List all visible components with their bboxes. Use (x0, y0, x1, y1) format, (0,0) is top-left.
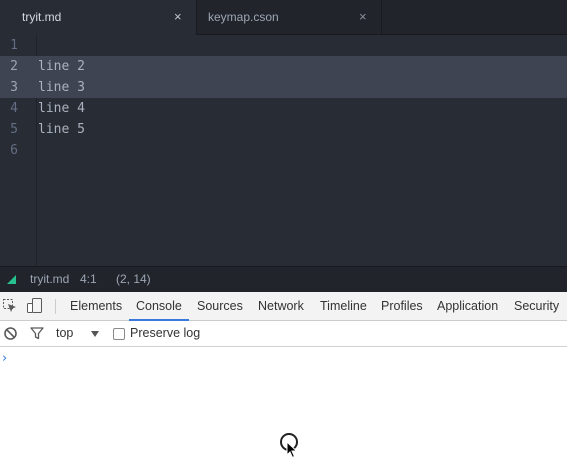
editor-line[interactable]: 4 line 4 (0, 98, 567, 119)
line-text[interactable]: line 5 (38, 119, 85, 140)
devtools-tab-bar: Elements Console Sources Network Timelin… (0, 292, 567, 321)
pointer-arrow-icon (286, 441, 298, 459)
inspect-element-icon[interactable] (3, 299, 17, 313)
tab-network[interactable]: Network (258, 292, 304, 320)
line-number: 6 (10, 143, 18, 158)
toolbar-divider (55, 299, 56, 314)
device-toolbar-icon[interactable] (27, 298, 43, 314)
line-text[interactable]: line 3 (38, 77, 85, 98)
line-text[interactable]: line 2 (38, 56, 85, 77)
dropdown-caret-icon[interactable] (91, 331, 99, 337)
close-icon[interactable]: × (174, 0, 182, 34)
line-text[interactable]: line 4 (38, 98, 85, 119)
tab-application[interactable]: Application (437, 292, 498, 320)
close-icon[interactable]: × (359, 0, 367, 34)
status-file-name[interactable]: tryit.md (30, 267, 69, 292)
editor-line-selected[interactable]: 3 line 3 (0, 77, 567, 98)
tab-keymap-cson[interactable]: keymap.cson × (196, 0, 382, 35)
clear-console-icon[interactable] (4, 327, 17, 340)
line-number: 5 (10, 122, 18, 137)
preserve-log-checkbox[interactable] (113, 328, 125, 340)
tab-profiles[interactable]: Profiles (381, 292, 423, 320)
context-selector[interactable]: top (56, 321, 73, 346)
line-number: 4 (10, 101, 18, 116)
status-bar: tryit.md 4:1 (2, 14) (0, 266, 567, 292)
line-number: 2 (10, 59, 18, 74)
tab-security[interactable]: Security (514, 292, 559, 320)
text-editor-content[interactable]: 1 2 line 2 3 line 3 4 line 4 5 line 5 6 (0, 35, 567, 161)
line-number: 3 (10, 80, 18, 95)
tab-label: tryit.md (22, 10, 62, 24)
tab-timeline[interactable]: Timeline (320, 292, 367, 320)
editor-tab-bar: tryit.md × keymap.cson × (0, 0, 567, 35)
console-prompt[interactable]: › (2, 351, 7, 366)
editor-window: tryit.md × keymap.cson × 1 2 line 2 3 li… (0, 0, 567, 292)
filter-icon[interactable] (30, 327, 44, 340)
tab-console[interactable]: Console (129, 292, 189, 321)
status-selection-count[interactable]: (2, 14) (116, 267, 151, 292)
line-number: 1 (10, 38, 18, 53)
tab-sources[interactable]: Sources (197, 292, 243, 320)
tab-tryit-md[interactable]: tryit.md × (0, 0, 196, 35)
editor-line-selected[interactable]: 2 line 2 (0, 56, 567, 77)
file-status-icon[interactable] (7, 275, 16, 284)
editor-line[interactable]: 6 (0, 140, 567, 161)
editor-line[interactable]: 5 line 5 (0, 119, 567, 140)
editor-line[interactable]: 1 (0, 35, 567, 56)
preserve-log-label[interactable]: Preserve log (130, 321, 200, 346)
status-cursor-position[interactable]: 4:1 (80, 267, 97, 292)
tab-elements[interactable]: Elements (70, 292, 122, 320)
console-toolbar: top Preserve log (0, 321, 567, 347)
tab-label: keymap.cson (208, 10, 279, 24)
